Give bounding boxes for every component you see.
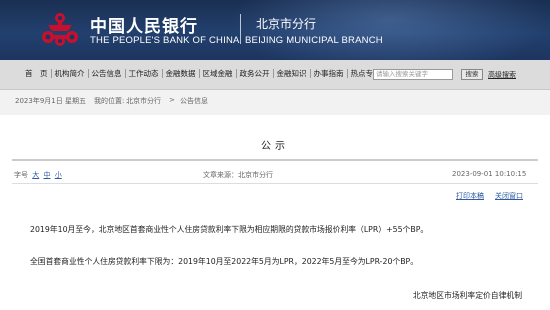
breadcrumb-home[interactable]: 北京市分行 [126,96,161,106]
article-source: 文章来源：北京市分行 [203,171,273,179]
nav-item-news[interactable]: 工作动态 [126,69,163,78]
breadcrumb: 2023年9月1日 星期五 我的位置: 北京市分行 > 公告信息 [0,90,550,110]
article-paragraph-2: 全国首套商业性个人住房贷款利率下限为：2019年10月至2022年5月为LPR，… [30,257,419,266]
nav-item-financial-data[interactable]: 金融数据 [163,69,200,78]
current-date: 2023年9月1日 星期五 [15,97,86,105]
article-title: 公示 [261,141,289,152]
bank-name-cn: 中国人民银行 [90,17,198,37]
header-divider [240,14,241,44]
site-header: 中国人民银行 THE PEOPLE'S BANK OF CHINA 北京市分行 … [0,0,550,60]
font-size-large[interactable]: 大 [32,171,39,179]
nav-item-announcements[interactable]: 公告信息 [89,69,126,78]
nav-item-regional-finance[interactable]: 区域金融 [200,69,237,78]
font-size-small[interactable]: 小 [55,171,62,179]
branch-name-cn: 北京市分行 [256,17,317,31]
breadcrumb-arrow: > [169,96,175,104]
bank-logo-icon [42,13,78,46]
main-nav: 首 页 机构简介 公告信息 工作动态 金融数据 区域金融 政务公开 金融知识 办… [0,60,550,90]
font-size-medium[interactable]: 中 [43,171,50,179]
search-input[interactable]: 请输入搜索关键字 [373,69,453,80]
article-container: 公示 字号 大 中 小 文章来源：北京市分行 2023-09-01 10:10:… [0,115,550,310]
font-size-label: 字号 [14,171,28,179]
title-divider [12,159,538,161]
article-signature: 北京地区市场利率定价自律机制 [412,291,522,300]
branch-name-en: BEIJING MUNICIPAL BRANCH [245,35,383,46]
nav-item-financial-knowledge[interactable]: 金融知识 [274,69,311,78]
bank-name-en: THE PEOPLE'S BANK OF CHINA [90,35,240,46]
print-link[interactable]: 打印本稿 [456,191,484,201]
nav-items: 首 页 机构简介 公告信息 工作动态 金融数据 区域金融 政务公开 金融知识 办… [22,69,384,78]
breadcrumb-label: 我的位置: [94,97,125,105]
font-size-controls: 字号 大 中 小 [14,170,62,180]
meta-divider [12,183,538,184]
close-window-link[interactable]: 关闭窗口 [495,191,523,201]
advanced-search-link[interactable]: 高级搜索 [488,70,516,80]
article-datetime: 2023-09-01 10:10:15 [452,170,527,178]
article-paragraph-1: 2019年10月至今，北京地区首套商业性个人住房贷款利率下限为相应期限的贷款市场… [30,225,429,234]
search-button[interactable]: 搜索 [461,69,483,80]
nav-item-about[interactable]: 机构简介 [52,69,89,78]
nav-item-government-affairs[interactable]: 政务公开 [237,69,274,78]
nav-item-home[interactable]: 首 页 [22,69,52,78]
nav-item-service-guide[interactable]: 办事指南 [311,69,348,78]
breadcrumb-current[interactable]: 公告信息 [180,96,208,106]
